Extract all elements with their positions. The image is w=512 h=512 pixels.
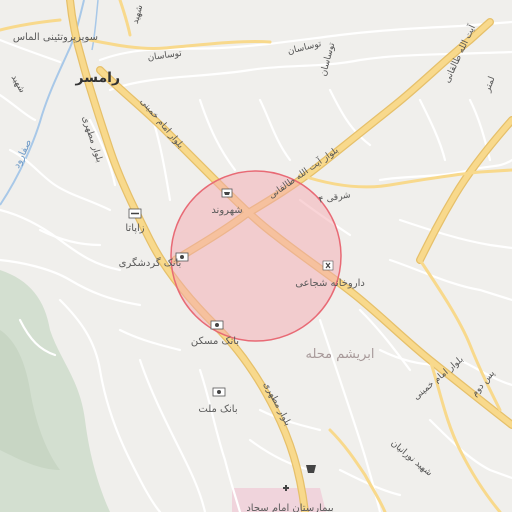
district-label: ابریشم محله [305, 347, 374, 362]
poi-label: بانک مسکن [191, 336, 239, 347]
map-view[interactable]: رامسر سوپرپروتئینی الماس توساسان توساسان… [0, 0, 512, 512]
poi-label: شهروند [211, 205, 242, 216]
poi-label: بیمارستان امام سجاد [246, 503, 333, 512]
map-canvas[interactable]: رامسر سوپرپروتئینی الماس توساسان توساسان… [0, 0, 512, 512]
poi-label: داروخانه شجاعی [295, 278, 365, 289]
shopping-cart-icon[interactable] [221, 188, 233, 198]
poi-label: زاپاتا [125, 223, 144, 234]
poi-label: بانک گردشگری [119, 257, 182, 269]
bank-icon[interactable] [210, 320, 224, 330]
bank-icon[interactable] [212, 387, 226, 397]
restaurant-icon[interactable] [128, 208, 142, 219]
city-label: رامسر [75, 70, 120, 86]
supermarket-label: سوپرپروتئینی الماس [13, 32, 98, 43]
poi-label: بانک ملت [198, 404, 237, 415]
search-radius-circle[interactable] [170, 170, 342, 342]
pharmacy-icon[interactable] [322, 260, 334, 271]
